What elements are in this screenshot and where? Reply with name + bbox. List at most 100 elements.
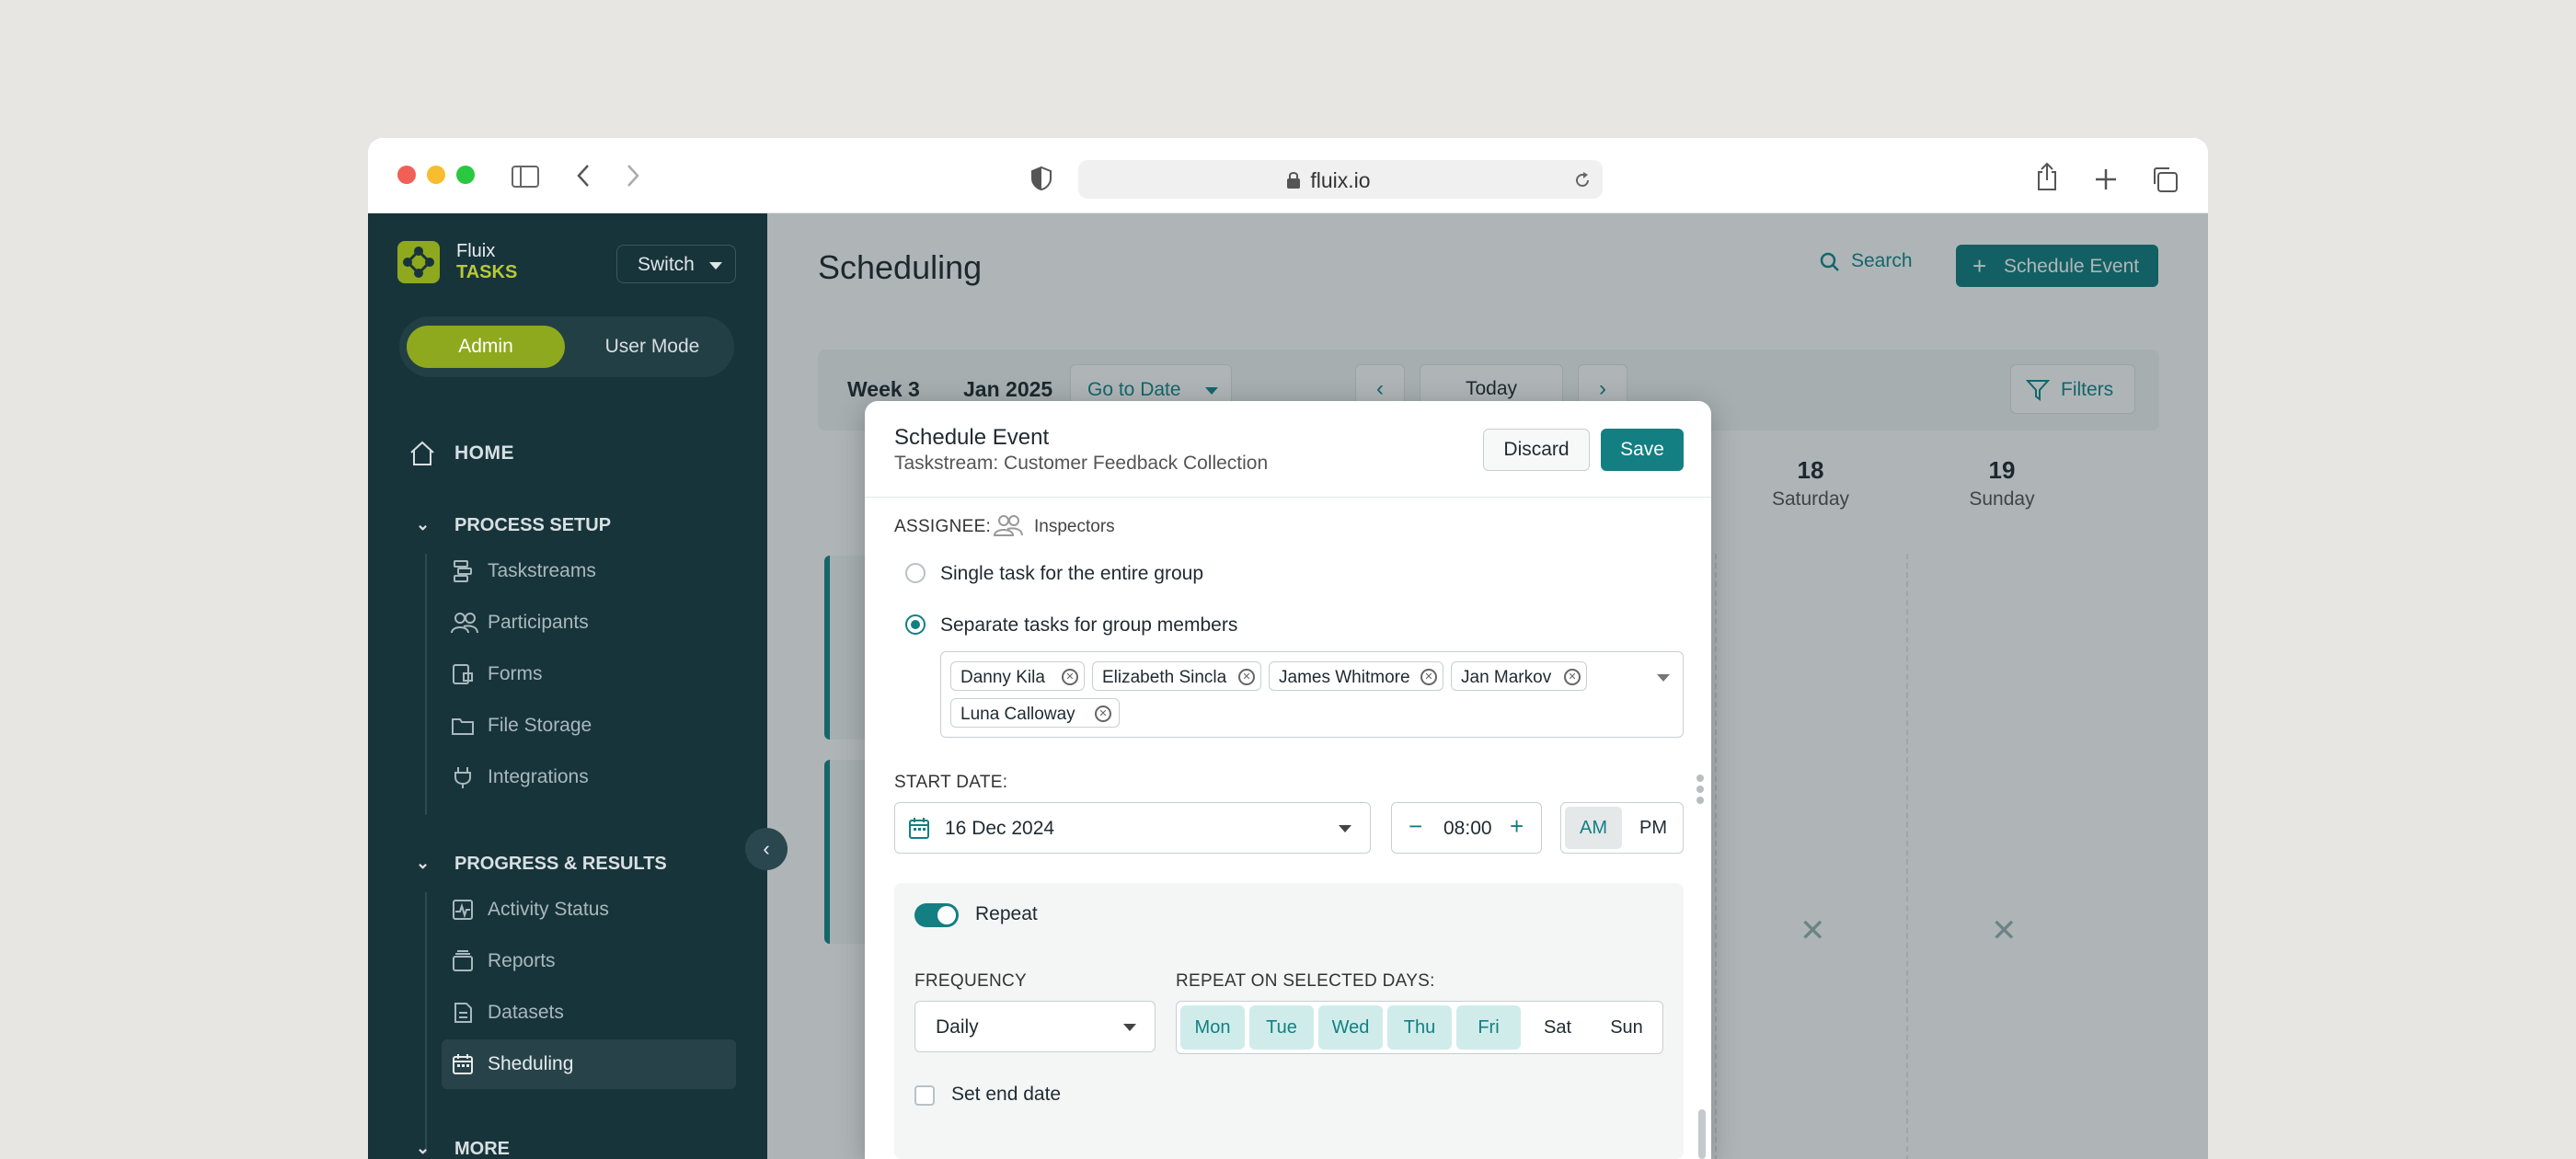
collapse-sidebar-button[interactable]: ‹: [745, 828, 788, 870]
weekday-sat[interactable]: Sat: [1525, 1005, 1590, 1050]
nav-tree-line: [425, 892, 427, 1153]
assignee-value: Inspectors: [1034, 517, 1115, 536]
remove-chip-icon[interactable]: ✕: [1420, 669, 1437, 685]
chevron-down-icon: [1339, 825, 1351, 832]
discard-button[interactable]: Discard: [1483, 429, 1590, 471]
sidebar-item-label: Sheduling: [488, 1053, 574, 1074]
shield-icon[interactable]: [1030, 166, 1052, 191]
weekday-thu[interactable]: Thu: [1387, 1005, 1452, 1050]
member-chip: Elizabeth Sincla ✕: [1092, 661, 1261, 691]
reload-icon[interactable]: [1573, 171, 1592, 189]
chevron-down-icon: [1123, 1024, 1136, 1031]
time-stepper[interactable]: − 08:00 +: [1391, 802, 1542, 854]
group-icon: [994, 515, 1023, 536]
single-task-label[interactable]: Single task for the entire group: [940, 563, 1203, 585]
browser-titlebar: fluix.io: [368, 138, 2208, 213]
sidebar-item-label: File Storage: [488, 715, 592, 736]
assignee-label: ASSIGNEE:: [894, 517, 992, 536]
remove-chip-icon[interactable]: ✕: [1564, 669, 1581, 685]
back-icon[interactable]: [576, 164, 591, 188]
browser-window: fluix.io Fluix TASKS Switch Admin User M…: [368, 138, 2208, 1159]
tabs-overview-icon[interactable]: [2151, 166, 2179, 193]
section-progress-results-label: PROGRESS & RESULTS: [454, 854, 667, 874]
new-tab-icon[interactable]: [2094, 167, 2118, 191]
weekday-wed[interactable]: Wed: [1318, 1005, 1383, 1050]
sidebar-item-label: Integrations: [488, 766, 589, 787]
sidebar-item-forms[interactable]: Forms: [442, 649, 736, 699]
end-date-checkbox[interactable]: [914, 1085, 935, 1106]
save-button[interactable]: Save: [1601, 429, 1684, 471]
maximize-window-button[interactable]: [456, 166, 475, 184]
chevron-down-icon[interactable]: [1657, 674, 1670, 682]
decrement-time-button[interactable]: −: [1409, 812, 1422, 841]
separate-tasks-radio[interactable]: [905, 614, 926, 635]
start-date-field[interactable]: 16 Dec 2024: [894, 802, 1371, 854]
close-window-button[interactable]: [397, 166, 416, 184]
minimize-window-button[interactable]: [427, 166, 445, 184]
remove-chip-icon[interactable]: ✕: [1238, 669, 1255, 685]
weekday-tue[interactable]: Tue: [1249, 1005, 1314, 1050]
schedule-event-modal: Schedule Event Taskstream: Customer Feed…: [865, 401, 1711, 1159]
member-chip: James Whitmore ✕: [1269, 661, 1443, 691]
share-icon[interactable]: [2035, 162, 2059, 191]
remove-chip-icon[interactable]: ✕: [1062, 669, 1078, 685]
chevron-down-icon: ⌄: [416, 854, 431, 872]
modal-divider: [865, 497, 1711, 498]
weekday-fri[interactable]: Fri: [1456, 1005, 1521, 1050]
members-multiselect[interactable]: Danny Kila ✕ Elizabeth Sincla ✕ James Wh…: [940, 651, 1684, 738]
section-more-label: MORE: [454, 1139, 510, 1159]
nav-home-label: HOME: [454, 442, 514, 464]
taskstreams-icon: [454, 560, 472, 582]
sidebar-item-taskstreams[interactable]: Taskstreams: [442, 546, 736, 596]
weekday-mon[interactable]: Mon: [1180, 1005, 1245, 1050]
weekday-sun[interactable]: Sun: [1594, 1005, 1659, 1050]
drag-handle[interactable]: [1696, 775, 1704, 811]
chevron-down-icon: ⌄: [416, 1139, 431, 1157]
sidebar-item-file-storage[interactable]: File Storage: [442, 701, 736, 751]
sidebar-item-integrations[interactable]: Integrations: [442, 752, 736, 802]
sidebar-item-label: Taskstreams: [488, 560, 596, 581]
member-chip: Luna Calloway ✕: [950, 698, 1120, 728]
repeat-toggle[interactable]: [914, 903, 959, 927]
increment-time-button[interactable]: +: [1510, 812, 1524, 841]
frequency-select[interactable]: Daily: [914, 1001, 1156, 1052]
nav-home[interactable]: HOME: [408, 440, 514, 473]
switch-label: Switch: [638, 254, 695, 275]
nav-tree-line: [425, 554, 427, 815]
repeat-label: Repeat: [975, 903, 1038, 924]
weekday-selector: Mon Tue Wed Thu Fri Sat Sun: [1176, 1001, 1663, 1054]
sidebar-item-scheduling[interactable]: Sheduling: [442, 1039, 736, 1089]
remove-chip-icon[interactable]: ✕: [1095, 706, 1111, 722]
home-icon: [410, 441, 434, 465]
sidebar-item-participants[interactable]: Participants: [442, 598, 736, 648]
user-mode-button[interactable]: User Mode: [574, 326, 730, 368]
switch-dropdown[interactable]: Switch: [616, 245, 736, 283]
repeat-days-label: REPEAT ON SELECTED DAYS:: [1176, 971, 1435, 991]
sidebar-item-reports[interactable]: Reports: [442, 936, 736, 986]
brand-product: TASKS: [456, 262, 518, 282]
participants-icon: [451, 613, 478, 634]
chevron-down-icon: [709, 262, 722, 270]
single-task-radio[interactable]: [905, 563, 926, 583]
plug-icon: [454, 767, 471, 788]
calendar-icon: [453, 1054, 473, 1074]
calendar-icon: [909, 818, 929, 839]
admin-mode-button[interactable]: Admin: [407, 326, 565, 368]
end-date-label[interactable]: Set end date: [951, 1084, 1061, 1106]
modal-scrollbar[interactable]: [1698, 1109, 1706, 1159]
address-bar[interactable]: fluix.io: [1078, 160, 1603, 199]
forward-icon[interactable]: [626, 164, 640, 188]
sidebar: Fluix TASKS Switch Admin User Mode HOME …: [368, 213, 767, 1159]
sidebar-toggle-icon[interactable]: [512, 166, 539, 188]
am-option[interactable]: AM: [1565, 807, 1622, 849]
separate-tasks-label[interactable]: Separate tasks for group members: [940, 614, 1237, 637]
member-chip-label: Elizabeth Sincla: [1102, 668, 1227, 687]
sidebar-item-activity-status[interactable]: Activity Status: [442, 885, 736, 935]
chevron-down-icon: ⌄: [416, 515, 431, 534]
member-chip: Jan Markov ✕: [1451, 661, 1587, 691]
brand-name: Fluix: [456, 241, 496, 261]
activity-icon: [453, 900, 473, 920]
pm-option[interactable]: PM: [1626, 807, 1681, 849]
member-chip-label: Danny Kila: [960, 668, 1045, 687]
sidebar-item-datasets[interactable]: Datasets: [442, 988, 736, 1038]
